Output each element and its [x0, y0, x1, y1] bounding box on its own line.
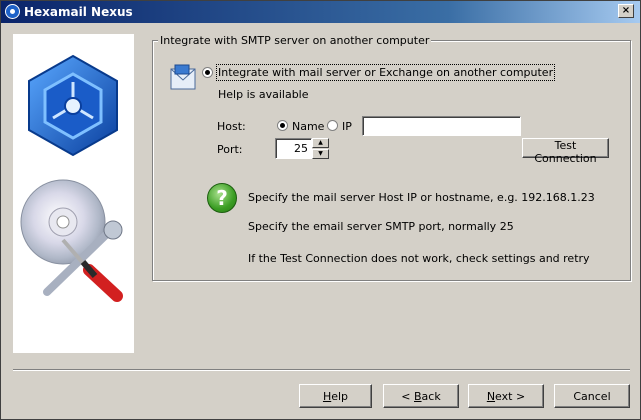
- hint-port: Specify the email server SMTP port, norm…: [248, 220, 514, 233]
- wizard-window: Hexamail Nexus × Integrate with SMTP ser…: [0, 0, 641, 420]
- cancel-button[interactable]: Cancel: [554, 384, 630, 408]
- next-button[interactable]: Next >: [468, 384, 544, 408]
- host-ip-label[interactable]: IP: [342, 120, 352, 133]
- help-button-hotkey: H: [322, 389, 332, 403]
- close-icon[interactable]: ×: [618, 4, 634, 18]
- title-bar[interactable]: Hexamail Nexus ×: [1, 1, 640, 23]
- next-button-hotkey: N: [486, 389, 496, 403]
- back-button-label: ack: [421, 389, 441, 403]
- help-button-label: elp: [331, 389, 349, 403]
- window-title: Hexamail Nexus: [24, 5, 133, 19]
- next-button-label: ext >: [495, 389, 526, 403]
- back-button-hotkey: B: [414, 389, 422, 403]
- app-icon: [5, 4, 20, 19]
- help-icon: ?: [207, 183, 237, 213]
- host-input[interactable]: [362, 116, 521, 136]
- integrate-radio[interactable]: [202, 67, 213, 78]
- help-button[interactable]: Help: [299, 384, 372, 408]
- port-input[interactable]: [275, 138, 312, 159]
- test-connection-button[interactable]: Test Connection: [522, 138, 609, 165]
- host-label: Host:: [217, 120, 246, 133]
- integrate-option-label[interactable]: Integrate with mail server or Exchange o…: [215, 64, 556, 81]
- port-label: Port:: [217, 143, 243, 156]
- back-button-prefix: <: [401, 389, 414, 403]
- host-name-radio[interactable]: [277, 120, 288, 131]
- group-legend: Integrate with SMTP server on another co…: [158, 34, 432, 47]
- port-up-icon[interactable]: ▲: [312, 138, 329, 148]
- port-down-icon[interactable]: ▼: [312, 149, 329, 159]
- mail-icon: [170, 64, 196, 90]
- host-ip-radio[interactable]: [327, 120, 338, 131]
- bottom-separator: [13, 369, 630, 371]
- help-available-text: Help is available: [218, 88, 309, 101]
- host-name-label[interactable]: Name: [292, 120, 324, 133]
- hexagon-logo-icon: [20, 54, 123, 302]
- hint-retry: If the Test Connection does not work, ch…: [248, 252, 590, 265]
- hint-host: Specify the mail server Host IP or hostn…: [248, 191, 595, 204]
- port-stepper[interactable]: ▲ ▼: [312, 138, 329, 159]
- back-button[interactable]: < Back: [383, 384, 459, 408]
- wizard-side-image: [13, 34, 134, 353]
